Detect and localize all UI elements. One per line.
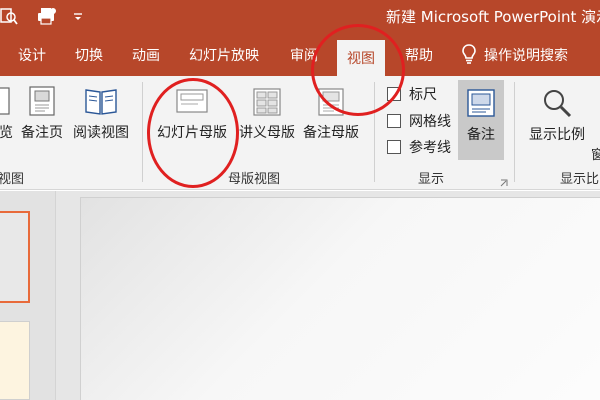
handout-master-button[interactable]: 讲义母版 xyxy=(236,88,298,142)
tell-me-search[interactable]: 操作说明搜索 xyxy=(462,34,568,76)
customize-toolbar-icon[interactable] xyxy=(72,6,94,26)
tab-animations[interactable]: 动画 xyxy=(132,34,160,76)
guides-checkbox[interactable]: 参考线 xyxy=(387,137,451,157)
zoom-icon xyxy=(542,88,572,118)
annotation-circle xyxy=(311,24,405,116)
checkbox-box[interactable] xyxy=(387,114,401,128)
group-separator xyxy=(514,82,515,182)
group-label-zoom: 显示比 xyxy=(560,172,600,187)
reading-view-label: 阅读视图 xyxy=(73,125,129,141)
dialog-launcher-icon[interactable] xyxy=(500,172,508,187)
notes-toggle-button[interactable]: 备注 xyxy=(458,80,504,160)
group-label-presentation-views: 视图 xyxy=(0,172,25,187)
tab-help[interactable]: 帮助 xyxy=(405,34,433,76)
tab-transitions[interactable]: 切换 xyxy=(75,34,103,76)
handout-master-label: 讲义母版 xyxy=(239,125,295,141)
thumbnail-pane[interactable] xyxy=(0,191,56,400)
slide-thumbnail[interactable] xyxy=(0,321,30,400)
gridlines-label: 网格线 xyxy=(409,114,451,130)
slide-sorter-label: 览 xyxy=(0,125,13,141)
slide-thumbnail[interactable] xyxy=(0,211,30,303)
group-label-master-views: 母版视图 xyxy=(228,172,281,187)
reading-view-button[interactable]: 阅读视图 xyxy=(70,86,132,142)
print-icon[interactable] xyxy=(36,6,58,26)
handout-master-icon xyxy=(253,88,281,116)
checkbox-box[interactable] xyxy=(387,140,401,154)
reading-view-icon xyxy=(84,86,118,116)
notes-label: 备注 xyxy=(467,127,495,143)
gridlines-checkbox[interactable]: 网格线 xyxy=(387,111,451,131)
slide-canvas[interactable] xyxy=(80,197,600,400)
notes-page-label: 备注页 xyxy=(21,125,63,141)
tab-design[interactable]: 设计 xyxy=(18,34,46,76)
window-title: 新建 Microsoft PowerPoint 演示 xyxy=(386,8,600,26)
slide-sorter-icon xyxy=(0,86,12,116)
ribbon-tabs: 设计 切换 动画 幻灯片放映 审阅 视图 帮助 操作说明搜索 xyxy=(0,34,600,76)
tell-me-label: 操作说明搜索 xyxy=(484,48,568,64)
group-separator xyxy=(142,82,143,182)
group-label-show: 显示 xyxy=(418,172,445,187)
notes-page-icon xyxy=(28,86,56,116)
fit-window-button[interactable]: 窗 xyxy=(591,144,600,163)
guides-label: 参考线 xyxy=(409,140,451,156)
zoom-button[interactable]: 显示比例 xyxy=(524,88,590,144)
zoom-label: 显示比例 xyxy=(529,127,585,143)
ribbon-panel: 览 备注页 阅读视图 视图 幻灯片母版 讲义母版 备注母版 母版视图 标尺 网格… xyxy=(0,76,600,190)
notes-icon xyxy=(466,88,496,118)
work-area xyxy=(0,191,600,400)
print-preview-icon[interactable] xyxy=(0,6,22,26)
notes-page-button[interactable]: 备注页 xyxy=(18,86,66,142)
slide-sorter-button[interactable]: 览 xyxy=(0,86,18,142)
notes-master-label: 备注母版 xyxy=(303,125,359,141)
ruler-label: 标尺 xyxy=(409,87,437,103)
title-bar: 新建 Microsoft PowerPoint 演示 xyxy=(0,0,600,34)
tab-slideshow[interactable]: 幻灯片放映 xyxy=(189,34,259,76)
annotation-circle xyxy=(147,78,239,188)
